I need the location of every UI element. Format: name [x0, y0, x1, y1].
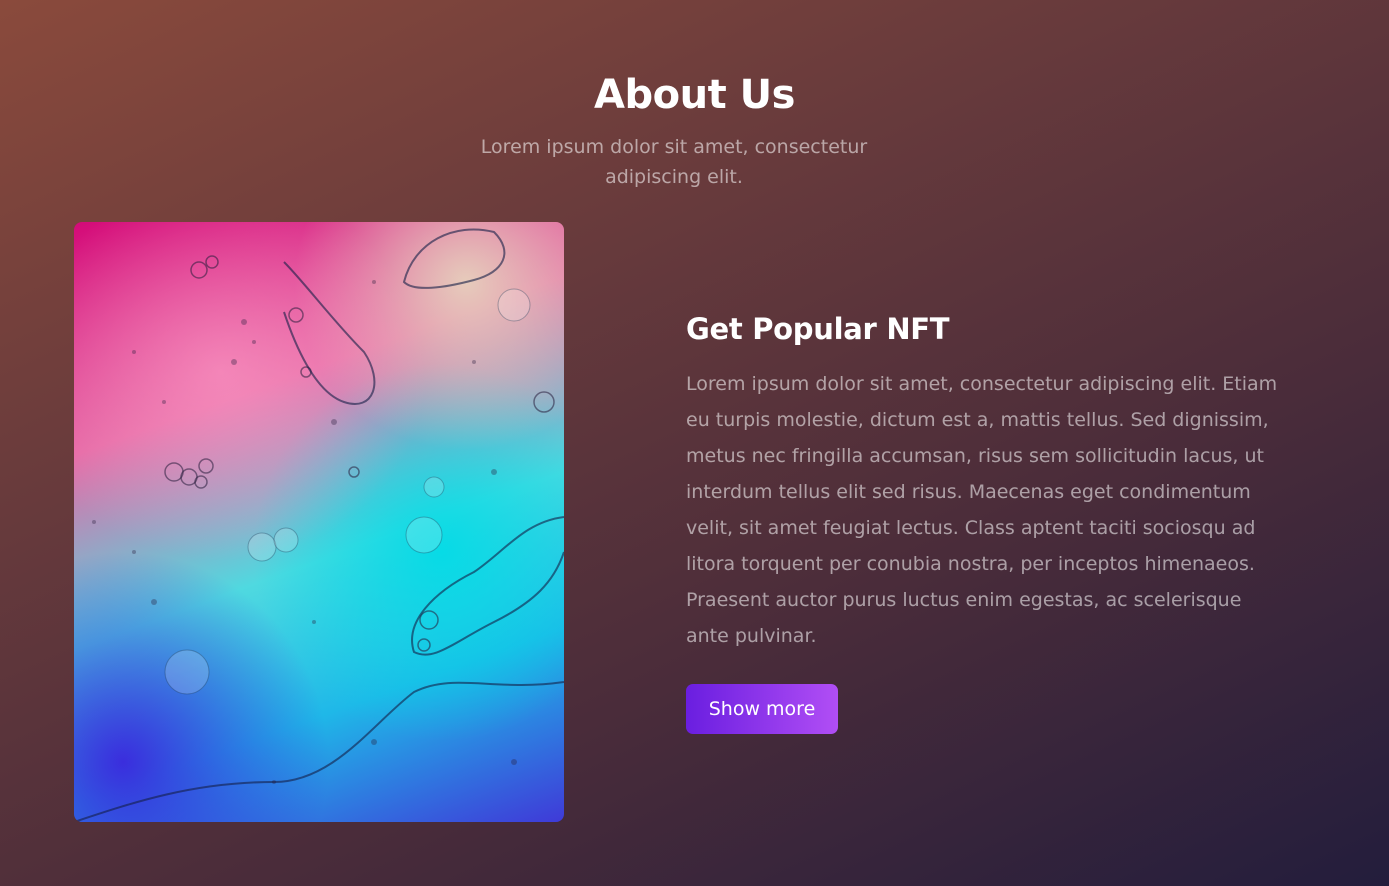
- feature-title: Get Popular NFT: [686, 312, 950, 346]
- section-title: About Us: [594, 72, 795, 118]
- bubble-texture: [74, 228, 564, 822]
- feature-description: Lorem ipsum dolor sit amet, consectetur …: [686, 373, 1278, 647]
- show-more-button[interactable]: Show more: [686, 684, 838, 734]
- section-subtitle: Lorem ipsum dolor sit amet, consectetur …: [480, 136, 868, 188]
- nft-artwork-image: [74, 222, 564, 822]
